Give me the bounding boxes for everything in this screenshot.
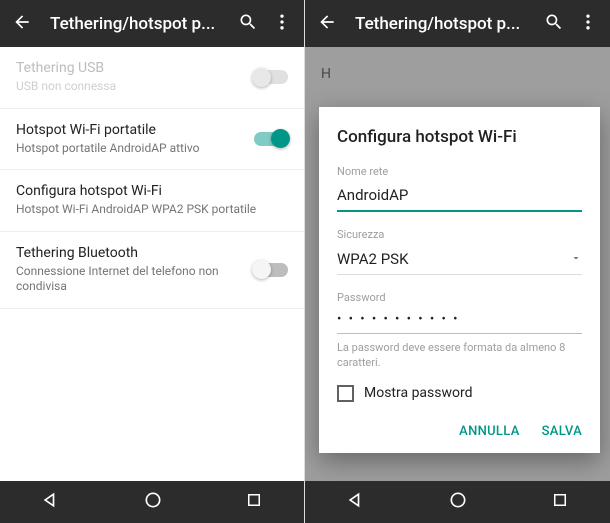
password-field: Password La password deve essere formata… — [337, 291, 582, 371]
settings-list: Tethering USB USB non connessa Hotspot W… — [0, 47, 304, 481]
setting-title: Tethering USB — [16, 60, 254, 76]
security-field: Sicurezza WPA2 PSK — [337, 228, 582, 275]
checkbox-icon[interactable] — [337, 385, 354, 402]
dimmed-content: H C T C Configura hotspot Wi-Fi Nome ret… — [305, 47, 610, 481]
setting-title: Configura hotspot Wi-Fi — [16, 183, 288, 199]
setting-title: Hotspot Wi-Fi portatile — [16, 122, 254, 138]
show-password-label: Mostra password — [364, 385, 473, 401]
field-label: Password — [337, 291, 582, 304]
appbar: Tethering/hotspot p... — [0, 0, 304, 47]
network-name-input[interactable] — [337, 182, 582, 212]
save-button[interactable]: SALVA — [542, 424, 582, 439]
nav-back-icon[interactable] — [41, 490, 61, 514]
dialog-title: Configura hotspot Wi-Fi — [337, 127, 582, 147]
setting-title: Tethering Bluetooth — [16, 245, 254, 261]
appbar-title: Tethering/hotspot p... — [355, 14, 530, 34]
switch-bluetooth[interactable] — [254, 263, 288, 277]
nav-back-icon[interactable] — [346, 490, 366, 514]
search-icon[interactable] — [544, 12, 564, 36]
bg-row: H — [321, 66, 331, 82]
navbar — [0, 481, 304, 523]
field-label: Sicurezza — [337, 228, 582, 241]
security-select[interactable]: WPA2 PSK — [337, 245, 582, 275]
appbar-title: Tethering/hotspot p... — [50, 14, 224, 34]
setting-sub: Hotspot Wi-Fi AndroidAP WPA2 PSK portati… — [16, 202, 288, 218]
dialog-actions: ANNULLA SALVA — [337, 424, 582, 443]
back-icon[interactable] — [317, 12, 337, 36]
switch-hotspot[interactable] — [254, 132, 288, 146]
nav-recents-icon[interactable] — [245, 491, 263, 513]
setting-tethering-bluetooth[interactable]: Tethering Bluetooth Connessione Internet… — [0, 232, 304, 309]
setting-configure-hotspot[interactable]: Configura hotspot Wi-Fi Hotspot Wi-Fi An… — [0, 170, 304, 232]
nav-home-icon[interactable] — [143, 490, 163, 514]
search-icon[interactable] — [238, 12, 258, 36]
setting-tethering-usb: Tethering USB USB non connessa — [0, 47, 304, 109]
setting-sub: USB non connessa — [16, 79, 254, 95]
setting-sub: Connessione Internet del telefono non co… — [16, 264, 254, 295]
back-icon[interactable] — [12, 12, 32, 36]
nav-recents-icon[interactable] — [551, 491, 569, 513]
navbar — [305, 481, 610, 523]
setting-hotspot-wifi[interactable]: Hotspot Wi-Fi portatile Hotspot portatil… — [0, 109, 304, 171]
show-password-row[interactable]: Mostra password — [337, 385, 582, 402]
password-helper: La password deve essere formata da almen… — [337, 340, 582, 371]
appbar: Tethering/hotspot p... — [305, 0, 610, 47]
chevron-down-icon — [570, 249, 582, 268]
hotspot-config-dialog: Configura hotspot Wi-Fi Nome rete Sicure… — [319, 107, 600, 453]
security-value: WPA2 PSK — [337, 250, 408, 268]
setting-sub: Hotspot portatile AndroidAP attivo — [16, 141, 254, 157]
dialog-screen: Tethering/hotspot p... H C T C Configura… — [305, 0, 610, 523]
settings-screen: Tethering/hotspot p... Tethering USB USB… — [0, 0, 305, 523]
field-label: Nome rete — [337, 165, 582, 178]
overflow-icon[interactable] — [578, 12, 598, 36]
cancel-button[interactable]: ANNULLA — [459, 424, 519, 439]
password-input[interactable] — [337, 308, 582, 334]
network-name-field: Nome rete — [337, 165, 582, 212]
overflow-icon[interactable] — [272, 12, 292, 36]
nav-home-icon[interactable] — [448, 490, 468, 514]
switch-usb — [254, 70, 288, 84]
